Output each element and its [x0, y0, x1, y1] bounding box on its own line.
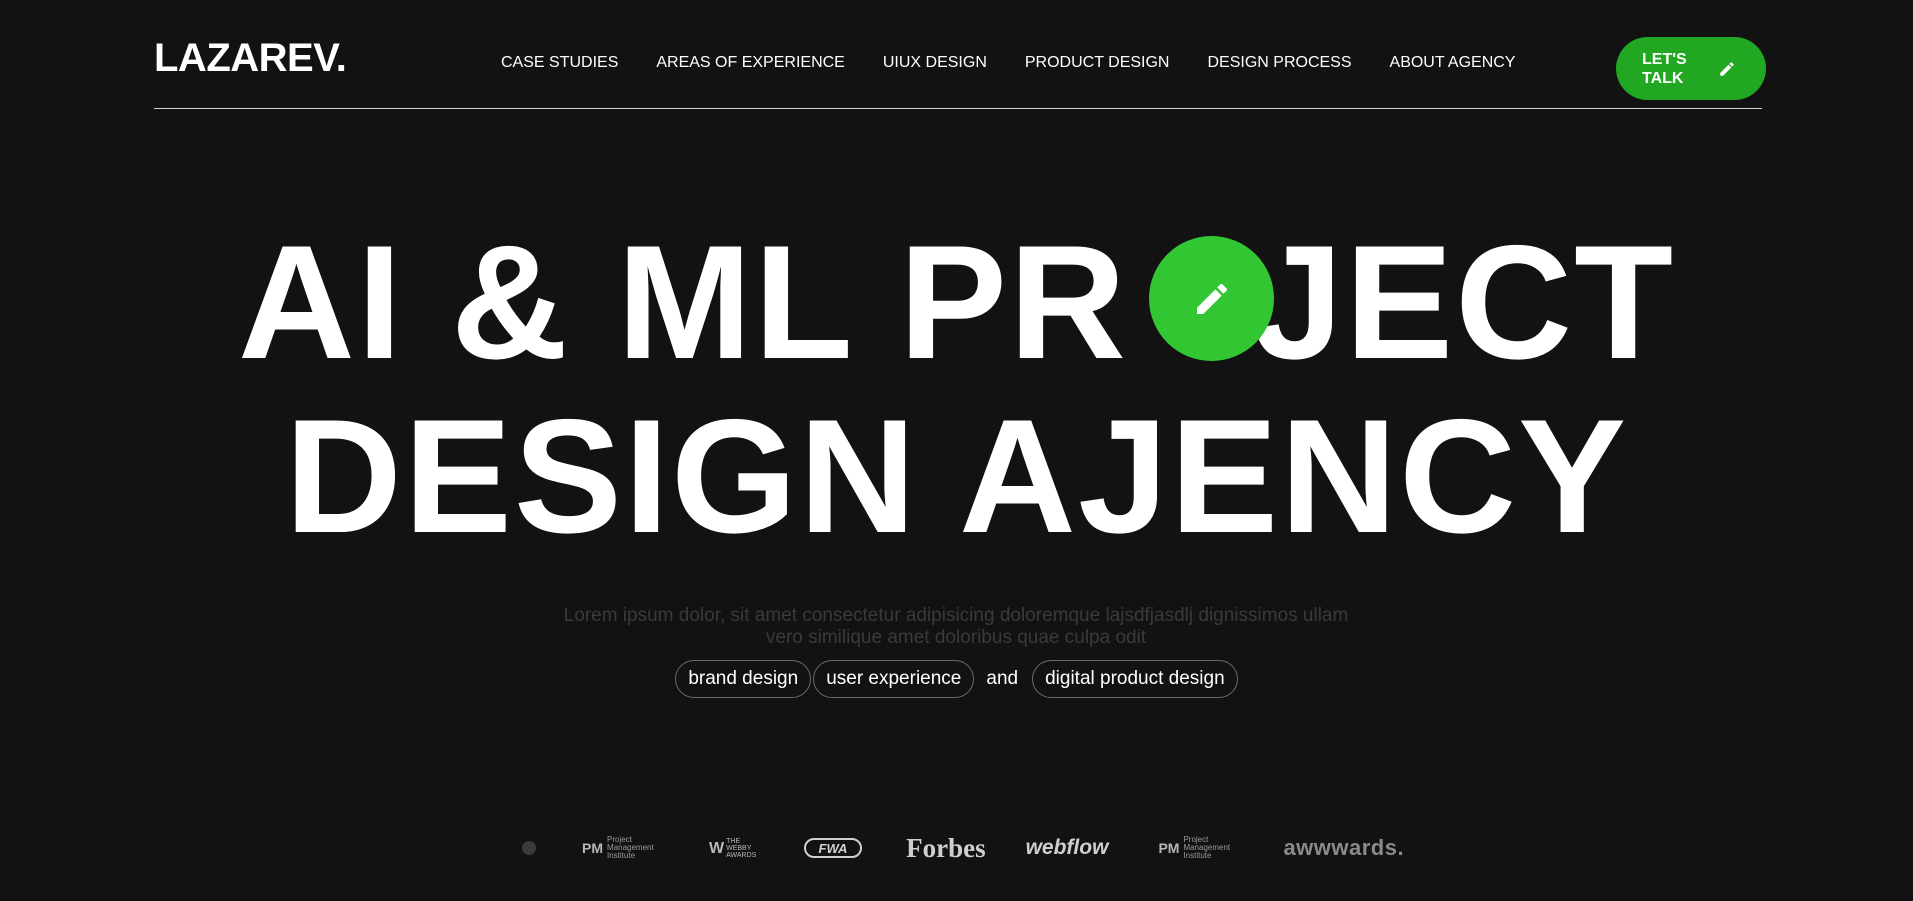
hero-headline-line-2: DESIGN AJENCY	[284, 386, 1629, 567]
nav-design-process[interactable]: DESIGN PROCESS	[1207, 53, 1351, 73]
hero-headline-line-1: AI & ML PR JECT	[0, 218, 1913, 388]
tag-digital-product-design[interactable]: digital product design	[1032, 660, 1238, 698]
hero-description: Lorem ipsum dolor, sit amet consectetur …	[563, 605, 1349, 648]
site-header: LAZAREV. CASE STUDIES AREAS OF EXPERIENC…	[154, 0, 1766, 109]
nav-case-studies[interactable]: CASE STUDIES	[501, 53, 618, 73]
tag-brand-design[interactable]: brand design	[675, 660, 812, 698]
webflow-logo: webflow	[1025, 836, 1109, 859]
service-tags: brand design user experience and digital…	[0, 660, 1913, 698]
page: LAZAREV. CASE STUDIES AREAS OF EXPERIENC…	[0, 0, 1913, 901]
lets-talk-label: LET'S TALK	[1642, 50, 1687, 87]
webby-awards-logo: W THE WEBBY AWARDS	[709, 837, 757, 859]
fwa-logo: FWA	[804, 837, 863, 859]
lets-talk-button[interactable]: LET'S TALK	[1616, 37, 1766, 100]
awwwards-logo: awwwards.	[1283, 835, 1405, 860]
nav-uiux-design[interactable]: UIUX DESIGN	[883, 53, 987, 73]
pmi-logo: PM Project Management Institute	[582, 835, 654, 860]
nav-product-design[interactable]: PRODUCT DESIGN	[1025, 53, 1170, 73]
pencil-icon	[1196, 283, 1227, 314]
tag-user-experience[interactable]: user experience	[813, 660, 975, 698]
circle-logo	[522, 841, 536, 855]
nav-areas-of-experience[interactable]: AREAS OF EXPERIENCE	[656, 53, 845, 73]
nav-about-agency[interactable]: ABOUT AGENCY	[1390, 53, 1516, 73]
hero-line-1-end: JECT	[1252, 212, 1676, 393]
pencil-icon	[1720, 61, 1734, 76]
pmi-logo-2: PM Project Management Institute	[1158, 835, 1231, 860]
tags-conjunction: and	[986, 668, 1019, 689]
hero-line-1-start: AI & ML PR	[237, 212, 1128, 393]
hero-pencil-badge[interactable]	[1149, 236, 1274, 361]
awards-logo-row: PM Project Management Institute W THE WE…	[520, 832, 1404, 864]
fwa-logo-text: FWA	[819, 841, 848, 856]
brand-logo[interactable]: LAZAREV.	[154, 36, 347, 80]
forbes-logo: Forbes	[906, 832, 986, 863]
main-nav: CASE STUDIES AREAS OF EXPERIENCE UIUX DE…	[501, 53, 1553, 73]
